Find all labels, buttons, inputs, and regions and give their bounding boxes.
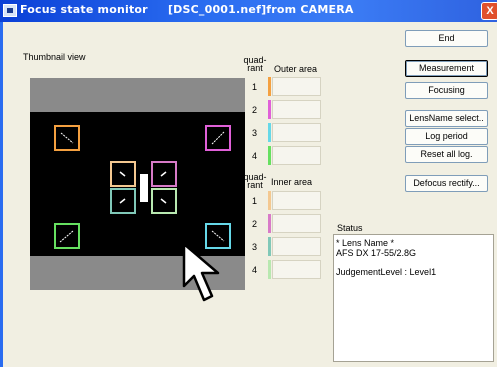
measurement-button[interactable]: Measurement bbox=[405, 60, 488, 77]
focusing-button[interactable]: Focusing bbox=[405, 82, 488, 99]
end-button[interactable]: End bbox=[405, 30, 488, 47]
judgement-level: JudgementLevel : Level1 bbox=[336, 267, 437, 277]
status-panel: * Lens Name * AFS DX 17-55/2.8G Judgemen… bbox=[333, 234, 494, 362]
inner-quadrant-value bbox=[272, 214, 321, 233]
thumbnail-label: Thumbnail view bbox=[23, 52, 86, 62]
inner-quadrant-number: 4 bbox=[252, 265, 258, 275]
outer-quadrant-header: quad- rant bbox=[243, 55, 267, 73]
outer-quadrant-swatch bbox=[268, 146, 271, 165]
center-focus-bar bbox=[140, 174, 148, 202]
app-icon bbox=[3, 4, 17, 17]
outer-quadrant-value bbox=[272, 146, 321, 165]
outer-quadrant-swatch bbox=[268, 123, 271, 142]
inner-focus-box-3 bbox=[110, 188, 136, 214]
inner-quadrant-header: quad- rant bbox=[243, 172, 267, 190]
outer-focus-box-2 bbox=[205, 125, 231, 151]
lensname-select-button[interactable]: LensName select.. bbox=[405, 110, 488, 127]
inner-quadrant-value bbox=[272, 237, 321, 256]
outer-focus-box-3 bbox=[54, 223, 80, 249]
mouse-cursor-icon bbox=[182, 242, 224, 310]
outer-area-header: Outer area bbox=[274, 64, 318, 74]
outer-quadrant-swatch bbox=[268, 100, 271, 119]
outer-quadrant-value bbox=[272, 77, 321, 96]
preview-top-band bbox=[30, 78, 245, 112]
title-bar: Focus state monitor [DSC_0001.nef]from C… bbox=[0, 0, 497, 22]
outer-focus-box-1 bbox=[54, 125, 80, 151]
inner-quadrant-number: 1 bbox=[252, 196, 258, 206]
lens-name-value: AFS DX 17-55/2.8G bbox=[336, 248, 417, 258]
outer-quadrant-swatch bbox=[268, 77, 271, 96]
outer-quadrant-number: 1 bbox=[252, 82, 258, 92]
log-period-button[interactable]: Log period bbox=[405, 128, 488, 145]
outer-quadrant-value bbox=[272, 100, 321, 119]
inner-quadrant-value bbox=[272, 260, 321, 279]
inner-quadrant-swatch bbox=[268, 214, 271, 233]
window-title: Focus state monitor [DSC_0001.nef]from C… bbox=[20, 3, 354, 16]
inner-quadrant-number: 3 bbox=[252, 242, 258, 252]
outer-quadrant-number: 4 bbox=[252, 151, 258, 161]
outer-quadrant-value bbox=[272, 123, 321, 142]
inner-focus-box-4 bbox=[151, 188, 177, 214]
inner-quadrant-swatch bbox=[268, 260, 271, 279]
defocus-rectify-button[interactable]: Defocus rectify... bbox=[405, 175, 488, 192]
inner-focus-box-2 bbox=[151, 161, 177, 187]
lens-name-heading: * Lens Name * bbox=[336, 238, 395, 248]
inner-quadrant-number: 2 bbox=[252, 219, 258, 229]
inner-focus-box-1 bbox=[110, 161, 136, 187]
status-label: Status bbox=[337, 223, 363, 233]
outer-quadrant-number: 2 bbox=[252, 105, 258, 115]
close-button[interactable]: X bbox=[481, 2, 497, 20]
outer-quadrant-number: 3 bbox=[252, 128, 258, 138]
inner-area-header: Inner area bbox=[271, 177, 313, 187]
reset-all-log-button[interactable]: Reset all log. bbox=[405, 146, 488, 163]
inner-quadrant-swatch bbox=[268, 237, 271, 256]
inner-quadrant-value bbox=[272, 191, 321, 210]
inner-quadrant-swatch bbox=[268, 191, 271, 210]
